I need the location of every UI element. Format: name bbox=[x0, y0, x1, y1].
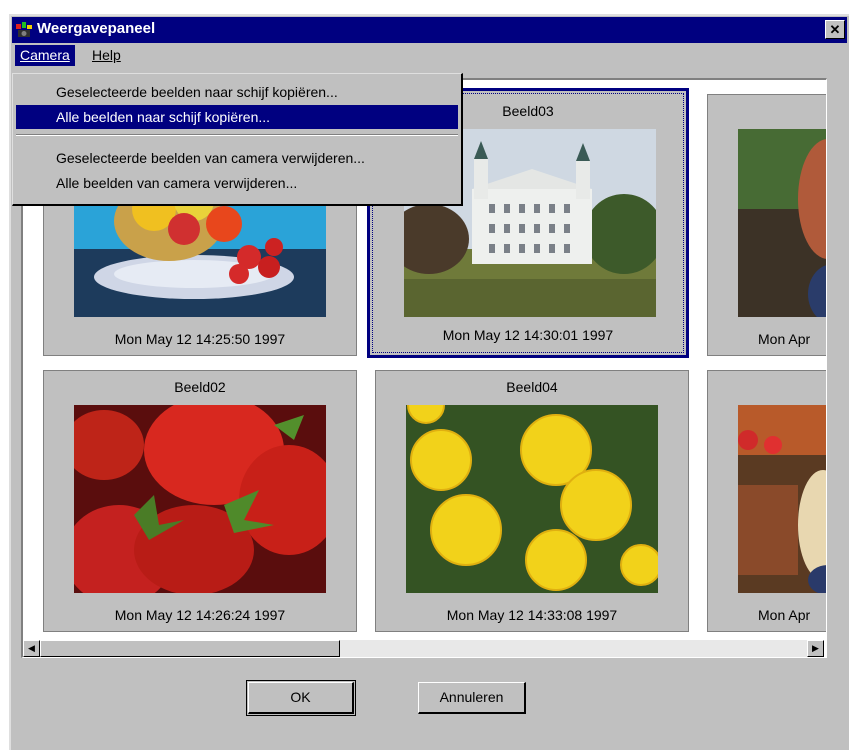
menu-separator bbox=[16, 134, 458, 136]
window-title: Weergavepaneel bbox=[37, 20, 156, 37]
menu-item-delete-selected[interactable]: Geselecteerde beelden van camera verwijd… bbox=[16, 146, 458, 170]
menu-item-label: Geselecteerde beelden naar schijf kopiër… bbox=[56, 84, 338, 100]
thumbnail-date: Mon May 12 14:25:50 1997 bbox=[114, 331, 286, 347]
thumbnail-tile-4[interactable]: Beeld02 Mon May 12 14:26:24 1997 bbox=[43, 370, 357, 632]
thumbnail-date: Mon Apr bbox=[758, 331, 811, 347]
thumbnail-date: Mon May 12 14:26:24 1997 bbox=[114, 607, 286, 623]
menu-camera[interactable]: Camera bbox=[15, 45, 75, 66]
thumbnail-name: Beeld02 bbox=[174, 379, 226, 395]
thumbnail-name: Beeld04 bbox=[506, 379, 558, 395]
title-bar[interactable]: Weergavepaneel ✕ bbox=[12, 17, 847, 43]
menu-item-delete-all[interactable]: Alle beelden van camera verwijderen... bbox=[16, 171, 458, 195]
thumbnail-date: Mon May 12 14:33:08 1997 bbox=[446, 607, 618, 623]
menu-item-copy-selected[interactable]: Geselecteerde beelden naar schijf kopiër… bbox=[16, 80, 458, 104]
dandelions-image bbox=[406, 405, 658, 593]
thumbnail-tile-3[interactable]: Mon Apr bbox=[707, 94, 826, 356]
scroll-right-icon[interactable]: ▶ bbox=[807, 640, 824, 657]
scrollbar-thumb[interactable] bbox=[40, 640, 340, 657]
menu-help[interactable]: Help bbox=[87, 45, 126, 66]
menu-item-label: Geselecteerde beelden van camera verwijd… bbox=[56, 150, 365, 166]
menu-item-copy-all[interactable]: Alle beelden naar schijf kopiëren... bbox=[16, 105, 458, 129]
thumbnail-tile-6[interactable]: Mon Apr bbox=[707, 370, 826, 632]
strawberries-image bbox=[74, 405, 326, 593]
menu-camera-label: Camera bbox=[20, 47, 70, 63]
thumbnail-tile-5[interactable]: Beeld04 Mon May 12 14:33:08 1997 bbox=[375, 370, 689, 632]
ok-button[interactable]: OK bbox=[248, 682, 354, 714]
thumbnail-date: Mon Apr bbox=[758, 607, 811, 623]
camera-menu-dropdown: Geselecteerde beelden naar schijf kopiër… bbox=[12, 73, 463, 206]
camera-app-icon bbox=[16, 22, 32, 37]
thumbnail-date: Mon May 12 14:30:01 1997 bbox=[442, 327, 614, 343]
scroll-left-icon[interactable]: ◀ bbox=[23, 640, 40, 657]
menu-bar: Camera Help bbox=[12, 44, 847, 68]
partial-photo-image bbox=[738, 405, 826, 593]
menu-item-label: Alle beelden van camera verwijderen... bbox=[56, 175, 298, 191]
partial-photo-image bbox=[738, 129, 826, 317]
close-icon[interactable]: ✕ bbox=[825, 20, 845, 39]
menu-help-label: Help bbox=[92, 47, 121, 63]
horizontal-scrollbar[interactable]: ◀ ▶ bbox=[23, 640, 824, 657]
cancel-button[interactable]: Annuleren bbox=[418, 682, 526, 714]
menu-item-label: Alle beelden naar schijf kopiëren... bbox=[56, 109, 271, 125]
